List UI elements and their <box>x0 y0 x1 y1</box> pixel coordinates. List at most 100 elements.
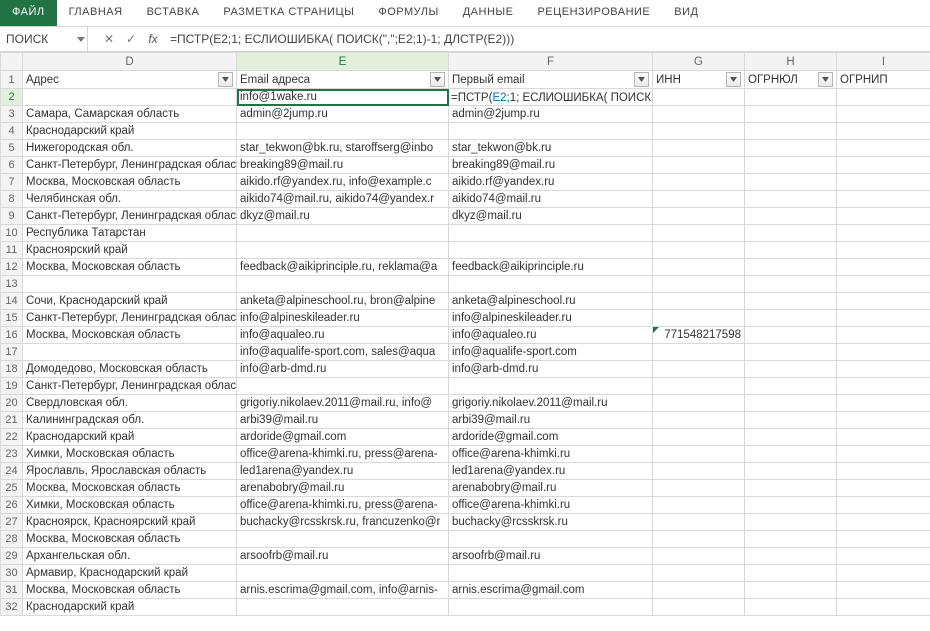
cell-inn[interactable] <box>653 157 745 174</box>
filter-dropdown-icon[interactable] <box>430 72 445 87</box>
cell-first-email[interactable]: info@aqualeo.ru <box>449 327 653 344</box>
cell-inn[interactable] <box>653 361 745 378</box>
cell-ogrnul[interactable] <box>745 548 837 565</box>
cell-ogrnul[interactable] <box>745 412 837 429</box>
tab-pagelayout[interactable]: РАЗМЕТКА СТРАНИЦЫ <box>211 0 366 26</box>
cell-emails[interactable] <box>237 378 449 395</box>
cell-ogrnul[interactable] <box>745 89 837 106</box>
cell-emails[interactable]: led1arena@yandex.ru <box>237 463 449 480</box>
cell-first-email[interactable] <box>449 599 653 616</box>
cell-first-email[interactable]: breaking89@mail.ru <box>449 157 653 174</box>
row-header[interactable]: 30 <box>1 565 23 582</box>
cell-address[interactable]: Свердловская обл. <box>23 395 237 412</box>
cell-ogrnul[interactable] <box>745 514 837 531</box>
cell-inn[interactable] <box>653 225 745 242</box>
cell-ogrnul[interactable] <box>745 276 837 293</box>
cell-address[interactable]: Москва, Московская область <box>23 327 237 344</box>
cell-inn[interactable] <box>653 412 745 429</box>
tab-view[interactable]: ВИД <box>662 0 710 26</box>
cell-inn[interactable] <box>653 429 745 446</box>
cell-first-email[interactable]: aikido74@mail.ru <box>449 191 653 208</box>
cell-emails[interactable]: info@aqualife-sport.com, sales@aqua <box>237 344 449 361</box>
cell-ogrnul[interactable] <box>745 106 837 123</box>
cell-first-email[interactable] <box>449 225 653 242</box>
cell-emails[interactable]: buchacky@rcsskrsk.ru, francuzenko@r <box>237 514 449 531</box>
header-first-email[interactable]: Первый email <box>449 71 653 89</box>
cell-first-email[interactable] <box>449 378 653 395</box>
cell-address[interactable]: Санкт-Петербург, Ленинградская облас <box>23 157 237 174</box>
col-header-D[interactable]: D <box>23 53 237 71</box>
cell-inn[interactable] <box>653 276 745 293</box>
row-header[interactable]: 1 <box>1 71 23 89</box>
tab-home[interactable]: ГЛАВНАЯ <box>57 0 135 26</box>
cell-ogrnul[interactable] <box>745 497 837 514</box>
cell-emails[interactable]: arenabobry@mail.ru <box>237 480 449 497</box>
col-header-F[interactable]: F <box>449 53 653 71</box>
cell-ogrnip[interactable] <box>837 242 930 259</box>
cell-first-email[interactable]: =ПСТР(E2;1; ЕСЛИОШИБКА( ПОИСК(",";E2;1)-… <box>449 89 653 106</box>
cell-first-email[interactable]: feedback@aikiprinciple.ru <box>449 259 653 276</box>
cell-ogrnip[interactable] <box>837 582 930 599</box>
row-header[interactable]: 32 <box>1 599 23 616</box>
cell-ogrnul[interactable] <box>745 259 837 276</box>
row-header[interactable]: 2 <box>1 89 23 106</box>
cell-first-email[interactable]: led1arena@yandex.ru <box>449 463 653 480</box>
cell-inn[interactable] <box>653 463 745 480</box>
cell-first-email[interactable]: arnis.escrima@gmail.com <box>449 582 653 599</box>
cell-emails[interactable]: ardoride@gmail.com <box>237 429 449 446</box>
cell-first-email[interactable]: ardoride@gmail.com <box>449 429 653 446</box>
tab-insert[interactable]: ВСТАВКА <box>135 0 212 26</box>
row-header[interactable]: 10 <box>1 225 23 242</box>
cell-inn[interactable] <box>653 208 745 225</box>
cell-address[interactable]: Нижегородская обл. <box>23 140 237 157</box>
cell-ogrnul[interactable] <box>745 395 837 412</box>
cell-first-email[interactable] <box>449 565 653 582</box>
cell-emails[interactable] <box>237 123 449 140</box>
row-header[interactable]: 17 <box>1 344 23 361</box>
cell-ogrnul[interactable] <box>745 480 837 497</box>
cell-first-email[interactable]: arsoofrb@mail.ru <box>449 548 653 565</box>
cell-ogrnul[interactable] <box>745 361 837 378</box>
cell-inn[interactable] <box>653 548 745 565</box>
cell-address[interactable]: Москва, Московская область <box>23 582 237 599</box>
cell-emails[interactable] <box>237 565 449 582</box>
row-header[interactable]: 8 <box>1 191 23 208</box>
confirm-formula-icon[interactable]: ✓ <box>120 32 142 46</box>
cell-emails[interactable]: aikido.rf@yandex.ru, info@example.c <box>237 174 449 191</box>
cell-emails[interactable] <box>237 276 449 293</box>
row-header[interactable]: 25 <box>1 480 23 497</box>
cell-ogrnip[interactable] <box>837 514 930 531</box>
header-emails[interactable]: Email адреса <box>237 71 449 89</box>
cell-first-email[interactable]: dkyz@mail.ru <box>449 208 653 225</box>
row-header[interactable]: 11 <box>1 242 23 259</box>
name-box[interactable] <box>0 27 74 51</box>
cell-ogrnip[interactable] <box>837 225 930 242</box>
cell-ogrnip[interactable] <box>837 497 930 514</box>
cell-address[interactable]: Армавир, Краснодарский край <box>23 565 237 582</box>
cell-ogrnul[interactable] <box>745 123 837 140</box>
col-header-I[interactable]: I <box>837 53 930 71</box>
row-header[interactable]: 12 <box>1 259 23 276</box>
cell-address[interactable]: Республика Татарстан <box>23 225 237 242</box>
cell-ogrnul[interactable] <box>745 225 837 242</box>
cell-inn[interactable] <box>653 446 745 463</box>
cell-address[interactable]: Химки, Московская область <box>23 446 237 463</box>
cell-first-email[interactable]: star_tekwon@bk.ru <box>449 140 653 157</box>
cell-emails[interactable]: dkyz@mail.ru <box>237 208 449 225</box>
cell-ogrnul[interactable] <box>745 582 837 599</box>
cell-ogrnip[interactable] <box>837 480 930 497</box>
cell-inn[interactable] <box>653 565 745 582</box>
cell-inn[interactable] <box>653 582 745 599</box>
cell-emails[interactable] <box>237 225 449 242</box>
cell-first-email[interactable]: arbi39@mail.ru <box>449 412 653 429</box>
formula-input[interactable] <box>164 27 930 51</box>
col-header-G[interactable]: G <box>653 53 745 71</box>
row-header[interactable]: 4 <box>1 123 23 140</box>
header-address[interactable]: Адрес <box>23 71 237 89</box>
cell-emails[interactable]: feedback@aikiprinciple.ru, reklama@a <box>237 259 449 276</box>
cell-ogrnul[interactable] <box>745 140 837 157</box>
cancel-formula-icon[interactable]: ✕ <box>98 32 120 46</box>
col-header-E[interactable]: E <box>237 53 449 71</box>
cell-inn[interactable] <box>653 259 745 276</box>
cell-ogrnip[interactable] <box>837 378 930 395</box>
